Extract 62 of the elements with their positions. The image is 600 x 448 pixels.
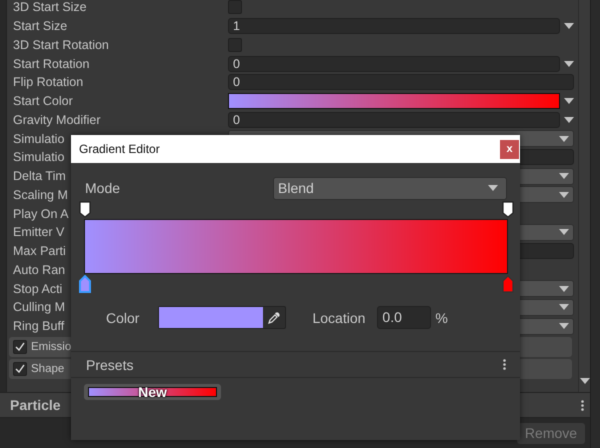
dropdown-arrow-icon[interactable]	[559, 323, 569, 330]
dropdown-arrow-icon[interactable]	[559, 304, 569, 310]
number-field[interactable]: 0	[228, 112, 560, 128]
gradient-field[interactable]	[228, 93, 560, 110]
dropdown-arrow-icon[interactable]	[580, 378, 590, 384]
property-label: 3D Start Rotation	[13, 38, 109, 52]
color-key-marker[interactable]	[502, 274, 514, 292]
presets-title: Presets	[86, 356, 134, 372]
property-label: Max Parti	[13, 244, 66, 258]
dropdown-arrow-icon[interactable]	[559, 286, 569, 292]
gradient-preview[interactable]	[84, 219, 508, 274]
number-field[interactable]: 0	[228, 74, 574, 90]
dropdown-arrow-icon[interactable]	[564, 23, 574, 30]
more-icon[interactable]	[581, 400, 584, 410]
property-label: Start Size	[13, 19, 68, 34]
dropdown-arrow-icon[interactable]	[559, 136, 569, 142]
property-label: Auto Ran	[13, 262, 66, 277]
property-label: Start Rotation	[13, 56, 90, 71]
mode-dropdown[interactable]: Blend	[273, 176, 507, 200]
mode-label: Mode	[85, 180, 120, 196]
property-label: Scaling M	[13, 188, 68, 202]
dropdown-arrow-icon[interactable]	[559, 173, 569, 180]
checkbox[interactable]	[13, 340, 27, 354]
dropdown-arrow-icon[interactable]	[564, 98, 574, 104]
property-label: Stop Acti	[13, 282, 62, 296]
property-label: Start Color	[13, 94, 73, 108]
location-label: Location	[312, 310, 366, 326]
dropdown-arrow-icon[interactable]	[559, 192, 569, 198]
window-title: Gradient Editor	[79, 142, 160, 156]
percent-unit: %	[435, 310, 448, 326]
checkbox[interactable]	[228, 38, 242, 52]
property-label: Emitter V	[13, 225, 64, 240]
dropdown-arrow-icon[interactable]	[559, 229, 569, 236]
gradient-preset[interactable]: New	[84, 384, 221, 400]
location-field[interactable]: 0.0	[377, 306, 432, 329]
dropdown-arrow-icon[interactable]	[564, 116, 574, 123]
property-label: 3D Start Size	[13, 0, 87, 14]
property-label: Simulatio	[13, 132, 64, 146]
eyedropper-icon[interactable]	[268, 312, 280, 324]
property-label: Ring Buff	[13, 319, 64, 334]
property-label: Delta Tim	[13, 169, 66, 184]
dropdown-arrow-icon[interactable]	[564, 60, 574, 67]
property-label: Play On A	[13, 206, 69, 221]
checkbox[interactable]	[13, 362, 27, 376]
property-label: Flip Rotation	[13, 75, 84, 90]
close-button[interactable]: x	[500, 140, 519, 158]
alpha-key-marker[interactable]	[79, 200, 91, 218]
property-label: Culling M	[13, 300, 66, 314]
more-icon[interactable]	[503, 359, 506, 370]
color-key-marker[interactable]	[79, 274, 91, 292]
module-title: Emissio	[31, 340, 72, 352]
property-label: Gravity Modifier	[13, 112, 101, 127]
module-title: Particle	[10, 397, 61, 413]
color-field[interactable]	[158, 306, 286, 329]
color-label: Color	[106, 310, 140, 326]
alpha-key-marker[interactable]	[502, 200, 514, 218]
property-label: Simulatio	[13, 150, 64, 164]
checkbox[interactable]	[228, 0, 242, 14]
number-field[interactable]: 1	[228, 18, 560, 34]
dropdown-arrow-icon[interactable]	[488, 185, 498, 191]
module-title: Shape	[31, 362, 64, 374]
number-field[interactable]: 0	[228, 56, 560, 72]
